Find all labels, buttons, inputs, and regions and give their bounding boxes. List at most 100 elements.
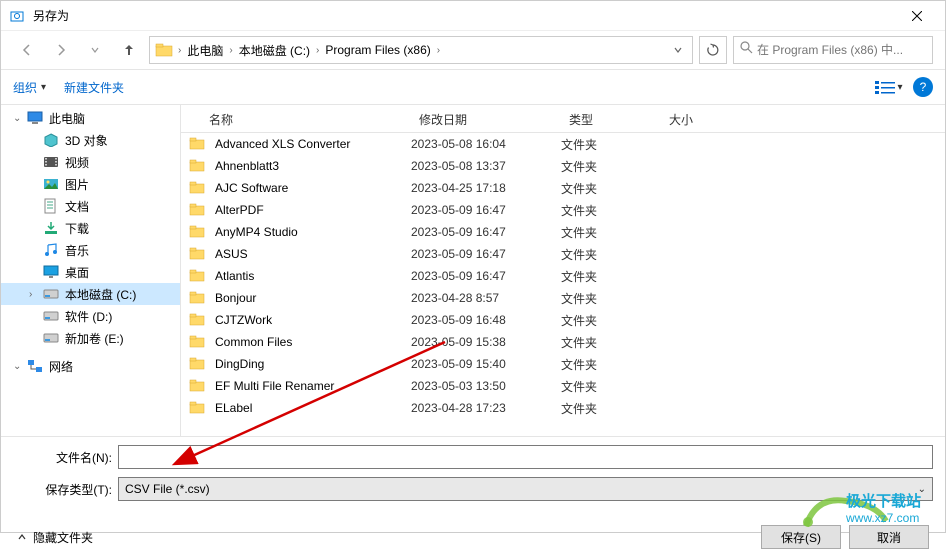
breadcrumb-item[interactable]: Program Files (x86) bbox=[321, 43, 434, 57]
sidebar-item[interactable]: 下载 bbox=[1, 217, 180, 239]
sidebar-item-label: 软件 (D:) bbox=[65, 308, 112, 325]
file-list: 名称 修改日期 类型 大小 Advanced XLS Converter 2023… bbox=[181, 105, 945, 436]
chevron-right-icon: › bbox=[227, 45, 234, 56]
new-folder-button[interactable]: 新建文件夹 bbox=[64, 79, 124, 96]
titlebar: 另存为 bbox=[1, 1, 945, 31]
sidebar-item[interactable]: 图片 bbox=[1, 173, 180, 195]
column-date[interactable]: 修改日期 bbox=[411, 105, 561, 132]
toolbar: 组织 ▾ 新建文件夹 ▾ ? bbox=[1, 69, 945, 105]
file-row[interactable]: AnyMP4 Studio2023-05-09 16:47文件夹 bbox=[181, 221, 945, 243]
file-row[interactable]: Ahnenblatt32023-05-08 13:37文件夹 bbox=[181, 155, 945, 177]
folder-icon bbox=[189, 400, 207, 417]
up-button[interactable] bbox=[115, 36, 143, 64]
help-button[interactable]: ? bbox=[913, 77, 933, 97]
folder-icon bbox=[189, 202, 207, 219]
breadcrumb-item[interactable]: 本地磁盘 (C:) bbox=[235, 42, 314, 59]
file-name: AnyMP4 Studio bbox=[215, 225, 298, 239]
file-row[interactable]: Bonjour2023-04-28 8:57文件夹 bbox=[181, 287, 945, 309]
sidebar-item[interactable]: 音乐 bbox=[1, 239, 180, 261]
view-mode-button[interactable]: ▾ bbox=[873, 75, 905, 99]
desktop-icon bbox=[43, 264, 61, 280]
sidebar-item[interactable]: 新加卷 (E:) bbox=[1, 327, 180, 349]
file-type: 文件夹 bbox=[561, 312, 661, 329]
disk-icon bbox=[43, 286, 61, 302]
navbar: › 此电脑 › 本地磁盘 (C:) › Program Files (x86) … bbox=[1, 31, 945, 69]
sidebar-item[interactable]: 视频 bbox=[1, 151, 180, 173]
file-row[interactable]: Common Files2023-05-09 15:38文件夹 bbox=[181, 331, 945, 353]
breadcrumb-item[interactable]: 此电脑 bbox=[183, 42, 227, 59]
sidebar-item[interactable]: ⌄此电脑 bbox=[1, 107, 180, 129]
folder-icon bbox=[189, 378, 207, 395]
chevron-right-icon: › bbox=[314, 45, 321, 56]
music-icon bbox=[43, 242, 61, 258]
file-date: 2023-05-08 16:04 bbox=[411, 137, 561, 151]
sidebar-item[interactable]: 3D 对象 bbox=[1, 129, 180, 151]
file-date: 2023-05-09 15:38 bbox=[411, 335, 561, 349]
sidebar-item[interactable]: ›本地磁盘 (C:) bbox=[1, 283, 180, 305]
breadcrumb[interactable]: › 此电脑 › 本地磁盘 (C:) › Program Files (x86) … bbox=[149, 36, 693, 64]
folder-icon bbox=[189, 224, 207, 241]
filetype-select[interactable]: CSV File (*.csv) ⌄ bbox=[118, 477, 933, 501]
file-name: Advanced XLS Converter bbox=[215, 137, 350, 151]
organize-menu[interactable]: 组织 ▾ bbox=[13, 79, 46, 96]
file-row[interactable]: Advanced XLS Converter 2023-05-08 16:04文件… bbox=[181, 133, 945, 155]
folder-icon bbox=[189, 334, 207, 351]
recent-dropdown[interactable] bbox=[81, 36, 109, 64]
sidebar-item-label: 本地磁盘 (C:) bbox=[65, 286, 136, 303]
sidebar-item-label: 视频 bbox=[65, 154, 89, 171]
column-type[interactable]: 类型 bbox=[561, 105, 661, 132]
sidebar-item-label: 3D 对象 bbox=[65, 132, 108, 149]
bottom-panel: 文件名(N): 保存类型(T): CSV File (*.csv) ⌄ bbox=[1, 436, 945, 521]
sidebar-item[interactable]: 桌面 bbox=[1, 261, 180, 283]
file-type: 文件夹 bbox=[561, 202, 661, 219]
file-date: 2023-05-09 16:48 bbox=[411, 313, 561, 327]
list-header: 名称 修改日期 类型 大小 bbox=[181, 105, 945, 133]
breadcrumb-dropdown[interactable] bbox=[668, 45, 688, 55]
column-size[interactable]: 大小 bbox=[661, 105, 741, 132]
download-icon bbox=[43, 220, 61, 236]
refresh-button[interactable] bbox=[699, 36, 727, 64]
file-type: 文件夹 bbox=[561, 400, 661, 417]
window-title: 另存为 bbox=[33, 7, 897, 24]
list-body[interactable]: Advanced XLS Converter2023-05-08 16:04文件… bbox=[181, 133, 945, 436]
file-name: ELabel bbox=[215, 401, 252, 415]
file-type: 文件夹 bbox=[561, 180, 661, 197]
file-name: DingDing bbox=[215, 357, 264, 371]
search-input[interactable] bbox=[757, 43, 926, 57]
file-name: CJTZWork bbox=[215, 313, 272, 327]
picture-icon bbox=[43, 176, 61, 192]
file-row[interactable]: ELabel2023-04-28 17:23文件夹 bbox=[181, 397, 945, 419]
forward-button[interactable] bbox=[47, 36, 75, 64]
file-type: 文件夹 bbox=[561, 290, 661, 307]
hide-folders-label: 隐藏文件夹 bbox=[33, 529, 93, 546]
save-button[interactable]: 保存(S) bbox=[761, 525, 841, 549]
sidebar-item[interactable]: ⌄网络 bbox=[1, 355, 180, 377]
close-button[interactable] bbox=[897, 2, 937, 30]
folder-icon bbox=[189, 246, 207, 263]
sidebar-item-label: 文档 bbox=[65, 198, 89, 215]
column-name[interactable]: 名称 bbox=[181, 105, 411, 132]
file-type: 文件夹 bbox=[561, 136, 661, 153]
file-row[interactable]: DingDing2023-05-09 15:40文件夹 bbox=[181, 353, 945, 375]
app-icon bbox=[9, 8, 25, 24]
file-row[interactable]: ASUS2023-05-09 16:47文件夹 bbox=[181, 243, 945, 265]
file-row[interactable]: Atlantis2023-05-09 16:47文件夹 bbox=[181, 265, 945, 287]
search-box[interactable] bbox=[733, 36, 933, 64]
network-icon bbox=[27, 358, 45, 374]
file-row[interactable]: EF Multi File Renamer2023-05-03 13:50文件夹 bbox=[181, 375, 945, 397]
sidebar-item[interactable]: 文档 bbox=[1, 195, 180, 217]
file-type: 文件夹 bbox=[561, 378, 661, 395]
hide-folders-toggle[interactable]: 隐藏文件夹 bbox=[17, 529, 93, 546]
sidebar-item[interactable]: 软件 (D:) bbox=[1, 305, 180, 327]
file-row[interactable]: AlterPDF2023-05-09 16:47文件夹 bbox=[181, 199, 945, 221]
file-row[interactable]: AJC Software2023-04-25 17:18文件夹 bbox=[181, 177, 945, 199]
cancel-button[interactable]: 取消 bbox=[849, 525, 929, 549]
filename-input[interactable] bbox=[118, 445, 933, 469]
search-icon bbox=[740, 41, 753, 59]
back-button[interactable] bbox=[13, 36, 41, 64]
folder-icon bbox=[189, 136, 207, 153]
file-name: AJC Software bbox=[215, 181, 288, 195]
chevron-right-icon: › bbox=[435, 45, 442, 56]
file-type: 文件夹 bbox=[561, 334, 661, 351]
file-row[interactable]: CJTZWork 2023-05-09 16:48文件夹 bbox=[181, 309, 945, 331]
